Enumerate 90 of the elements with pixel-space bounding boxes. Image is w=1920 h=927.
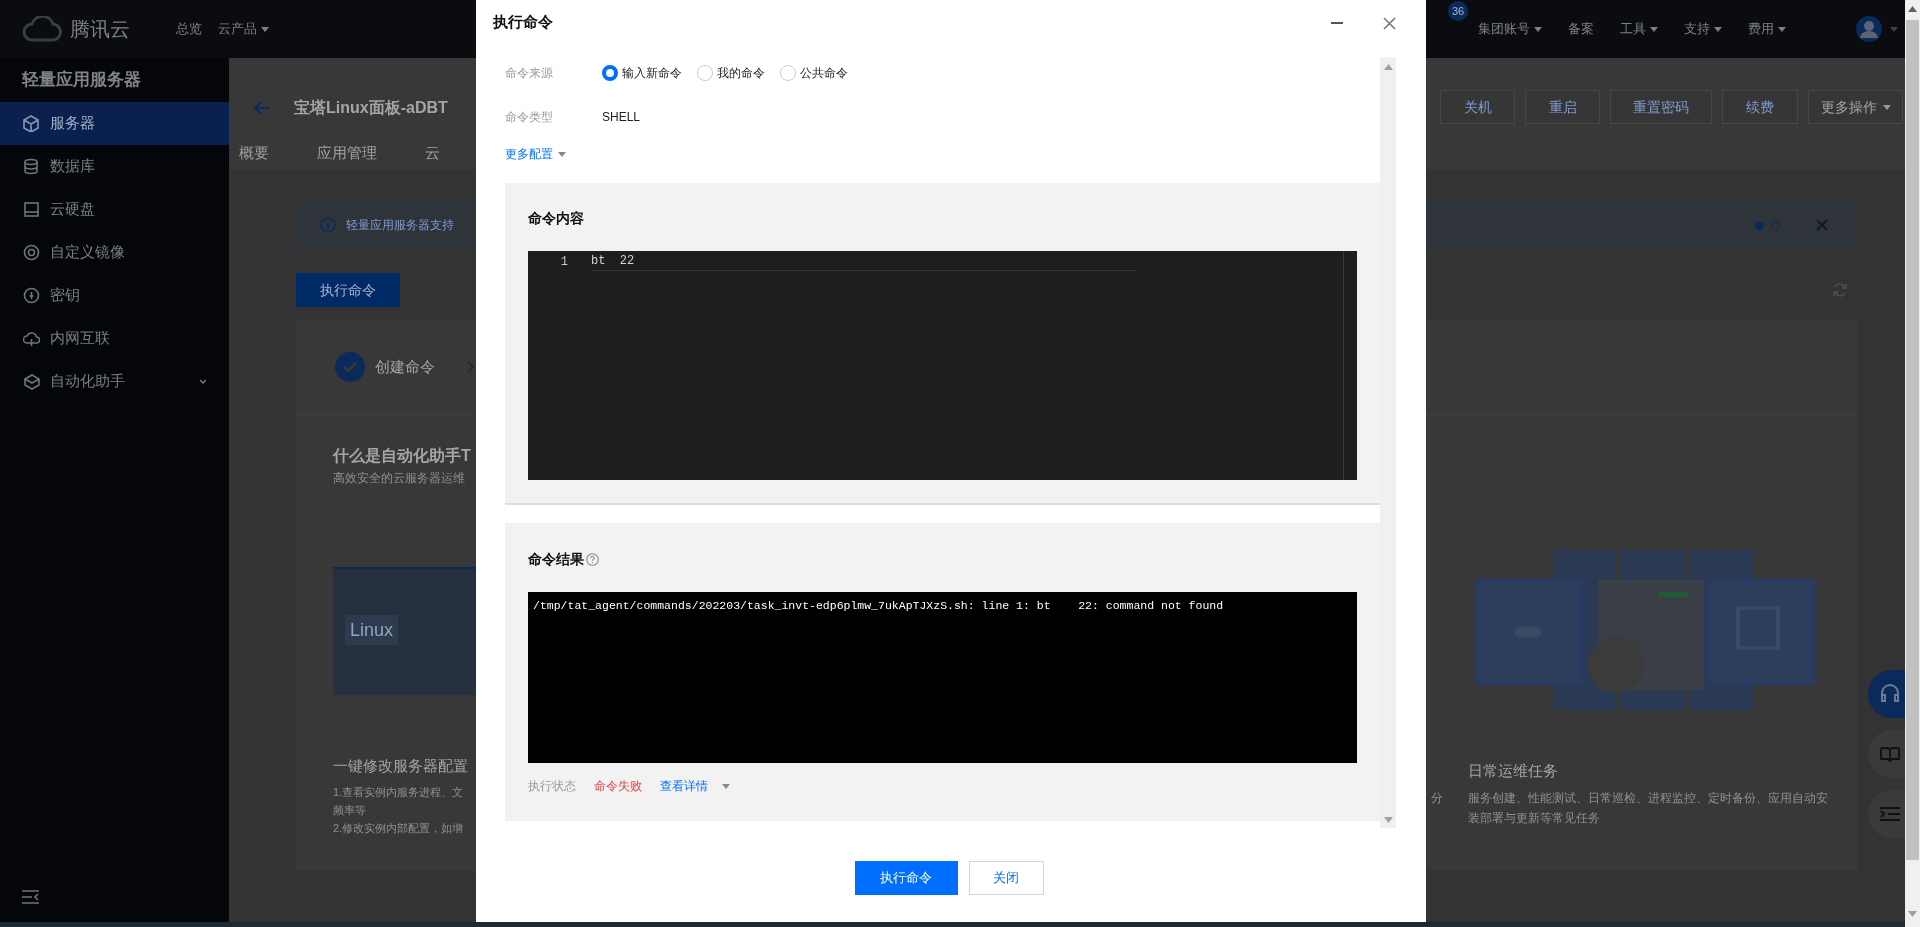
sidebar-item[interactable]: 自动化助手 xyxy=(0,360,229,403)
caret-icon[interactable] xyxy=(1534,26,1542,32)
radio-button[interactable] xyxy=(602,65,618,81)
field-label: 执行状态 xyxy=(528,778,576,795)
panel-title: 命令结果 xyxy=(528,549,584,569)
status-text: 命令失败 xyxy=(594,778,642,795)
help-icon[interactable] xyxy=(586,552,599,566)
scroll-up-icon[interactable] xyxy=(1383,64,1393,70)
caret-icon[interactable] xyxy=(1714,26,1722,32)
illustration-label: Linux xyxy=(345,615,399,645)
menu-icon xyxy=(23,158,40,175)
sidebar-item[interactable]: 自定义镜像 xyxy=(0,231,229,274)
more-config-link[interactable]: 更多配置 xyxy=(505,143,566,165)
sidebar-title: 轻量应用服务器 xyxy=(20,69,142,92)
action-button[interactable]: 重置密码 xyxy=(1610,90,1712,124)
notification-badge: 36 xyxy=(1448,1,1468,21)
caret-icon[interactable] xyxy=(558,151,566,157)
scroll-down-icon[interactable] xyxy=(1383,817,1393,823)
field-label: 命令类型 xyxy=(505,109,554,126)
feature-description: 服务创建、性能测试、日常巡检、进程监控、定时备份、应用自动安装部署与更新等常见任务 xyxy=(1468,790,1829,827)
radio-button[interactable] xyxy=(780,65,796,81)
feature-title: 一键修改服务器配置 xyxy=(333,756,469,776)
chevron-icon[interactable] xyxy=(199,379,207,384)
book-icon[interactable] xyxy=(1879,746,1900,762)
section-subtitle: 高效安全的云服务器运维 xyxy=(333,470,466,487)
radio-button[interactable] xyxy=(697,65,713,81)
line-number: 1 xyxy=(559,253,568,271)
action-button[interactable]: 重启 xyxy=(1525,90,1600,124)
banner-text: 轻量应用服务器支持 xyxy=(346,217,454,234)
feature-description: 频率等 xyxy=(333,803,367,818)
scroll-down-icon[interactable] xyxy=(1908,911,1917,917)
code-line: bt 22 xyxy=(591,252,1136,271)
scroll-up-icon[interactable] xyxy=(1908,6,1917,12)
step-label: 创建命令 xyxy=(375,356,435,377)
feature-description: 1.查看实例内服务进程、文 xyxy=(333,785,465,800)
nav-link[interactable]: 费用 xyxy=(1748,19,1786,39)
execute-button[interactable]: 执行命令 xyxy=(854,861,958,895)
tab[interactable]: 应用管理 xyxy=(293,136,401,170)
feature-description: 2.修改实例内部配置，如增 xyxy=(333,821,465,836)
sidebar-item[interactable]: 服务器 xyxy=(0,102,229,145)
field-label: 命令来源 xyxy=(505,65,554,82)
scrollbar[interactable] xyxy=(1905,0,1920,927)
output-text: /tmp/tat_agent/commands/202203/task_invt-edp6plmw_7ukApTJXzS.sh: line 1: bt 22: command not found xyxy=(533,598,1225,614)
menu-icon xyxy=(23,330,40,347)
radio-option[interactable]: 公共命令 xyxy=(780,64,848,82)
nav-link[interactable]: 总览 xyxy=(176,19,202,39)
radio-option[interactable]: 我的命令 xyxy=(697,64,765,82)
feature-title: 日常运维任务 xyxy=(1468,761,1559,781)
list-icon[interactable] xyxy=(1879,807,1900,821)
brand-name: 腾讯云 xyxy=(70,17,130,42)
menu-icon xyxy=(23,373,40,390)
panel-title: 命令内容 xyxy=(528,209,585,228)
menu-icon xyxy=(23,287,40,304)
info-icon xyxy=(320,217,336,233)
tab[interactable]: 云 xyxy=(401,136,464,170)
close-button[interactable]: 关闭 xyxy=(968,861,1044,895)
code-editor[interactable]: 1 bt 22 xyxy=(528,251,1357,480)
caret-icon[interactable] xyxy=(722,783,730,789)
nav-link[interactable]: 备案 xyxy=(1568,19,1594,39)
radio-option[interactable]: 输入新命令 xyxy=(602,64,682,82)
avatar-icon[interactable] xyxy=(1856,16,1882,42)
page-title: 宝塔Linux面板-aDBT xyxy=(294,98,448,118)
nav-link[interactable]: 集团账号 xyxy=(1478,19,1542,39)
cloud-logo-icon xyxy=(22,16,62,42)
action-button[interactable]: 更多操作 xyxy=(1808,90,1903,124)
headset-icon[interactable] xyxy=(1878,683,1901,705)
nav-link[interactable]: 支持 xyxy=(1684,19,1722,39)
caret-icon[interactable] xyxy=(261,26,269,32)
close-icon[interactable] xyxy=(1383,16,1396,30)
details-link[interactable]: 查看详情 xyxy=(660,777,730,795)
menu-icon xyxy=(23,115,40,132)
menu-icon xyxy=(23,244,40,261)
nav-link[interactable]: 云产品 xyxy=(218,19,269,39)
back-arrow-icon[interactable] xyxy=(254,101,270,115)
action-button[interactable]: 关机 xyxy=(1440,90,1515,124)
feature-description: 分 xyxy=(1431,790,1443,807)
sidebar-item[interactable]: 密钥 xyxy=(0,274,229,317)
menu-icon xyxy=(23,201,40,218)
sidebar-item[interactable]: 云硬盘 xyxy=(0,188,229,231)
execute-command-button[interactable]: 执行命令 xyxy=(296,273,400,307)
sidebar-item[interactable]: 内网互联 xyxy=(0,317,229,360)
caret-icon[interactable] xyxy=(1778,26,1786,32)
caret-icon[interactable] xyxy=(1882,104,1891,110)
dialog-title: 执行命令 xyxy=(493,11,553,32)
caret-icon[interactable] xyxy=(1650,26,1658,32)
scrollbar[interactable] xyxy=(1380,57,1396,828)
section-title: 什么是自动化助手T xyxy=(333,446,472,466)
nav-link[interactable]: 工具 xyxy=(1620,19,1658,39)
field-value: SHELL xyxy=(602,109,641,126)
action-button[interactable]: 续费 xyxy=(1722,90,1798,124)
